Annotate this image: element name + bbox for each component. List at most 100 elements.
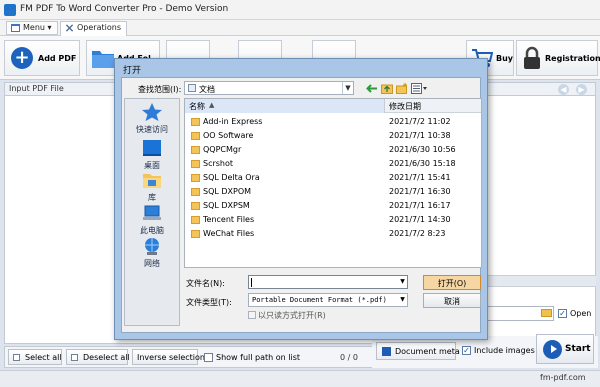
folder-icon — [191, 230, 200, 238]
folder-icon — [191, 118, 200, 126]
view-menu-icon[interactable] — [411, 83, 427, 94]
new-folder-icon[interactable] — [396, 83, 408, 94]
read-only-checkbox[interactable] — [248, 311, 256, 319]
add-pdf-label: Add PDF — [38, 54, 77, 63]
file-date: 2021/7/2 11:02 — [389, 117, 451, 126]
status-bar — [0, 370, 600, 387]
computer-icon — [143, 205, 161, 220]
file-list[interactable]: 名称 ▲ 修改日期 Add-in Express 2021/7/2 11:02 OO… — [184, 98, 482, 268]
list-item[interactable]: Add-in Express 2021/7/2 11:02 — [185, 115, 481, 129]
folder-icon — [191, 132, 200, 140]
file-name: Add-in Express — [203, 117, 263, 126]
list-item[interactable]: SQL DXPSM 2021/7/1 16:17 — [185, 199, 481, 213]
menu-label: Menu — [23, 23, 45, 32]
place-libraries[interactable]: 库 — [126, 170, 178, 203]
lock-icon — [524, 46, 540, 69]
column-name-header[interactable]: 名称 ▲ — [185, 99, 385, 113]
list-item[interactable]: QQPCMgr 2021/6/30 10:56 — [185, 143, 481, 157]
document-meta-button[interactable]: Document meta — [376, 342, 460, 360]
sort-up-icon: ▲ — [209, 101, 215, 109]
folder-icon — [92, 51, 114, 68]
list-item[interactable]: WeChat Files 2021/7/2 8:23 — [185, 227, 481, 241]
place-desktop[interactable]: 桌面 — [126, 138, 178, 171]
network-icon — [145, 238, 159, 255]
file-type-select[interactable]: Portable Document Format (*.pdf) ▼ — [248, 293, 408, 307]
full-path-checkbox[interactable] — [204, 353, 213, 362]
deselect-all-button[interactable]: Deselect all — [66, 349, 130, 365]
play-icon — [543, 340, 562, 359]
file-name: SQL DXPSM — [203, 201, 250, 210]
list-item[interactable]: Tencent Files 2021/7/1 14:30 — [185, 213, 481, 227]
file-name: WeChat Files — [203, 229, 255, 238]
operations-label: Operations — [77, 23, 121, 32]
dialog-title: 打开 — [123, 66, 142, 76]
select-all-label: Select all — [25, 353, 62, 362]
place-label: 桌面 — [144, 161, 160, 170]
browse-folder-icon[interactable] — [541, 309, 552, 317]
select-all-button[interactable]: Select all — [8, 349, 62, 365]
folder-icon — [191, 216, 200, 224]
include-images-checkbox[interactable]: ✓ — [462, 346, 471, 355]
file-type-value: Portable Document Format (*.pdf) — [252, 296, 387, 304]
file-date: 2021/7/1 14:30 — [389, 215, 451, 224]
registration-label: Registration — [545, 54, 600, 63]
start-button[interactable]: Start — [536, 334, 594, 364]
column-header: 名称 ▲ 修改日期 — [185, 99, 481, 113]
documents-icon — [188, 84, 196, 92]
list-item[interactable]: OO Software 2021/7/1 10:38 — [185, 129, 481, 143]
file-date: 2021/7/1 15:41 — [389, 173, 451, 182]
inverse-selection-button[interactable]: Inverse selection — [132, 349, 205, 365]
place-label: 库 — [148, 193, 156, 202]
chevron-down-icon: ▼ — [342, 82, 353, 94]
add-pdf-button[interactable]: + Add PDF — [4, 40, 80, 76]
menu-button[interactable]: Menu ▾ — [6, 21, 58, 35]
file-date: 2021/7/2 8:23 — [389, 229, 446, 238]
folder-icon — [191, 188, 200, 196]
desktop-icon — [143, 140, 161, 156]
buy-label: Buy — [496, 54, 514, 63]
tools-icon — [65, 24, 74, 32]
file-date: 2021/6/30 10:56 — [389, 145, 456, 154]
open-label: Open — [570, 309, 592, 318]
list-item[interactable]: SQL DXPOM 2021/7/1 16:30 — [185, 185, 481, 199]
deselect-all-label: Deselect all — [83, 353, 130, 362]
folder-icon — [191, 146, 200, 154]
star-icon — [142, 103, 162, 121]
open-checkbox[interactable]: ✓ — [558, 309, 567, 318]
look-in-dropdown[interactable]: 文档 ▼ — [184, 81, 354, 95]
file-date: 2021/7/1 16:17 — [389, 201, 451, 210]
registration-button[interactable]: Registration — [516, 40, 600, 76]
back-icon[interactable] — [366, 83, 378, 94]
list-item[interactable]: SQL Delta Ora 2021/7/1 15:41 — [185, 171, 481, 185]
list-item[interactable]: Scrshot 2021/6/30 15:18 — [185, 157, 481, 171]
read-only-label: 以只读方式打开(R) — [258, 311, 326, 320]
website-label: fm-pdf.com — [540, 373, 586, 382]
file-count: 0 / 0 — [340, 353, 358, 362]
place-this-pc[interactable]: 此电脑 — [126, 203, 178, 236]
cancel-button[interactable]: 取消 — [423, 293, 481, 308]
prev-arrow-icon[interactable]: ◀ — [558, 84, 569, 95]
file-name: Tencent Files — [203, 215, 255, 224]
folder-icon — [191, 174, 200, 182]
column-date-header[interactable]: 修改日期 — [386, 99, 481, 113]
file-name-input[interactable]: ▼ — [248, 275, 408, 289]
tab-operations[interactable]: Operations — [60, 21, 127, 36]
window-title: FM PDF To Word Converter Pro - Demo Vers… — [20, 4, 229, 14]
file-type-label: 文件类型(T): — [186, 298, 232, 307]
file-date: 2021/7/1 10:38 — [389, 131, 451, 140]
next-arrow-icon[interactable]: ▶ — [576, 84, 587, 95]
file-name: QQPCMgr — [203, 145, 242, 154]
place-network[interactable]: 网络 — [126, 236, 178, 269]
text-caret — [251, 278, 252, 287]
open-button[interactable]: 打开(O) — [423, 275, 481, 290]
word-icon — [382, 347, 391, 356]
folder-icon — [191, 202, 200, 210]
chevron-down-icon[interactable]: ▼ — [398, 276, 407, 288]
file-name: Scrshot — [203, 159, 234, 168]
options-separator — [470, 275, 596, 287]
file-name: SQL DXPOM — [203, 187, 252, 196]
place-quick-access[interactable]: 快速访问 — [126, 102, 178, 135]
up-folder-icon[interactable] — [381, 83, 393, 94]
file-name: SQL Delta Ora — [203, 173, 260, 182]
plus-icon: + — [11, 47, 33, 69]
